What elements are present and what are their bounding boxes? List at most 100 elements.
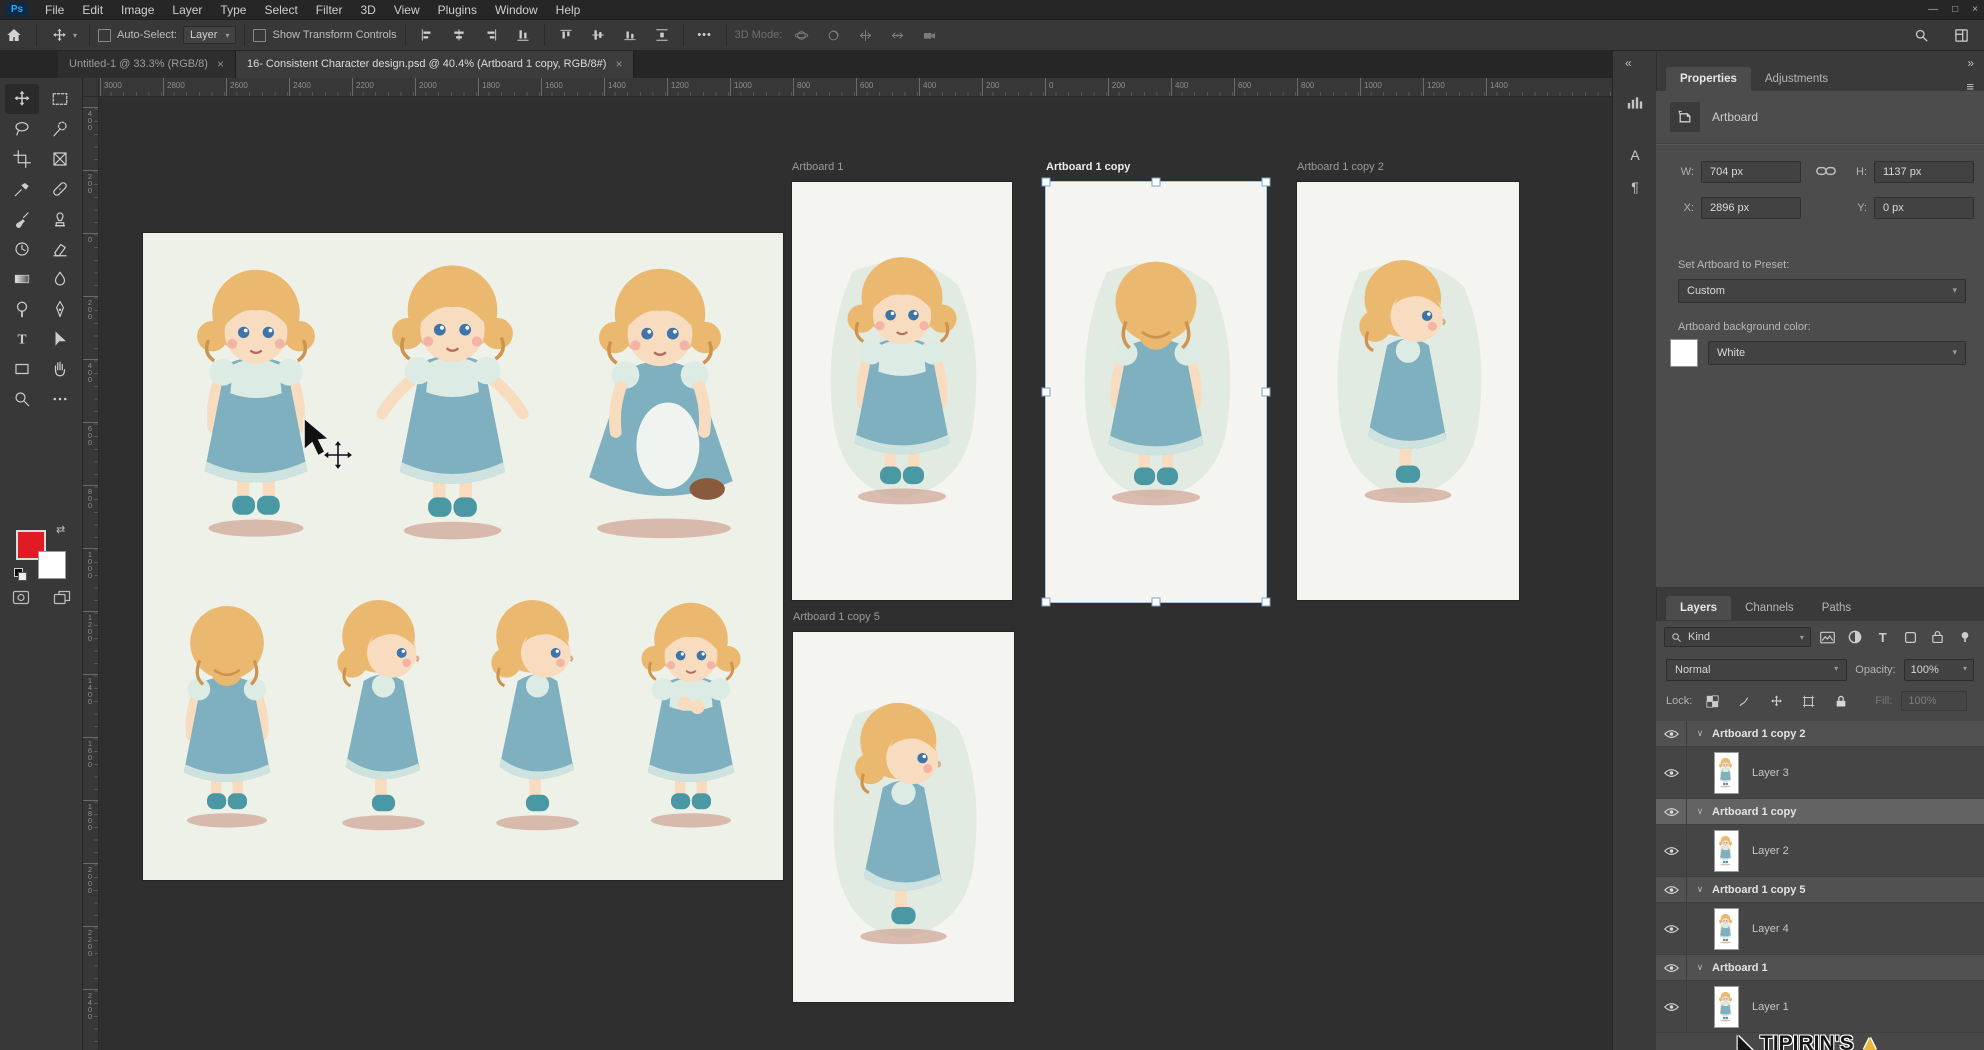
3d-roll-icon[interactable] bbox=[820, 24, 846, 46]
artboard-bg-swatch[interactable] bbox=[1670, 339, 1698, 367]
eraser-tool-icon[interactable] bbox=[43, 234, 77, 264]
pen-tool-icon[interactable] bbox=[43, 294, 77, 324]
link-dimensions-icon[interactable] bbox=[1816, 165, 1836, 180]
default-colors-icon[interactable] bbox=[14, 568, 26, 580]
filter-pin-icon[interactable] bbox=[1954, 627, 1976, 647]
move-tool-option-icon[interactable] bbox=[45, 23, 73, 47]
layer-filter-dropdown[interactable]: Kind ▾ bbox=[1664, 627, 1811, 647]
align-center-h-icon[interactable] bbox=[446, 24, 472, 46]
3d-pan-icon[interactable] bbox=[852, 24, 878, 46]
close-icon[interactable]: × bbox=[1972, 4, 1978, 15]
auto-select-checkbox[interactable] bbox=[98, 29, 111, 42]
path-selection-tool-icon[interactable] bbox=[43, 324, 77, 354]
layer-group-row[interactable]: ∨Artboard 1 copy bbox=[1656, 799, 1984, 825]
artboard-1-copy-2[interactable] bbox=[1297, 182, 1519, 600]
visibility-eye-icon[interactable] bbox=[1656, 955, 1687, 980]
brush-tool-icon[interactable] bbox=[5, 204, 39, 234]
align-left-icon[interactable] bbox=[414, 24, 440, 46]
canvas-area[interactable]: 3000280026002400220020001800160014001200… bbox=[82, 78, 1612, 1050]
tab-paths[interactable]: Paths bbox=[1808, 596, 1865, 620]
home-icon[interactable] bbox=[0, 23, 28, 47]
visibility-eye-icon[interactable] bbox=[1656, 721, 1687, 746]
layer-row[interactable]: Layer 3 bbox=[1656, 747, 1984, 799]
move-tool-icon[interactable] bbox=[5, 84, 39, 114]
artboard-1-copy[interactable] bbox=[1046, 182, 1266, 602]
tab-close-icon[interactable]: × bbox=[217, 57, 224, 71]
artboard-label[interactable]: Artboard 1 copy 2 bbox=[1297, 161, 1384, 173]
selection-handle[interactable] bbox=[1042, 598, 1051, 607]
histogram-panel-icon[interactable] bbox=[1621, 90, 1649, 116]
background-color-swatch[interactable] bbox=[38, 551, 66, 579]
menu-view[interactable]: View bbox=[385, 3, 429, 17]
3d-orbit-icon[interactable] bbox=[788, 24, 814, 46]
visibility-eye-icon[interactable] bbox=[1656, 825, 1687, 876]
show-transform-checkbox[interactable] bbox=[253, 29, 266, 42]
artboard-label-selected[interactable]: Artboard 1 copy bbox=[1046, 161, 1130, 173]
3d-camera-icon[interactable] bbox=[916, 24, 942, 46]
width-field[interactable]: 704 px bbox=[1701, 161, 1801, 183]
marquee-tool-icon[interactable] bbox=[43, 84, 77, 114]
maximize-icon[interactable]: □ bbox=[1952, 4, 1958, 15]
photoshop-logo[interactable]: Ps bbox=[6, 2, 28, 17]
healing-brush-tool-icon[interactable] bbox=[43, 174, 77, 204]
dodge-tool-icon[interactable] bbox=[5, 294, 39, 324]
artboard-bg-dropdown[interactable]: White ▾ bbox=[1708, 341, 1966, 365]
group-chevron-icon[interactable]: ∨ bbox=[1691, 806, 1709, 817]
align-right-icon[interactable] bbox=[478, 24, 504, 46]
filter-adjustment-icon[interactable] bbox=[1844, 627, 1866, 647]
menu-file[interactable]: File bbox=[36, 3, 73, 17]
menu-plugins[interactable]: Plugins bbox=[429, 3, 486, 17]
lasso-tool-icon[interactable] bbox=[5, 114, 39, 144]
layer-thumbnail[interactable] bbox=[1714, 908, 1739, 950]
blur-tool-icon[interactable] bbox=[43, 264, 77, 294]
zoom-tool-icon[interactable] bbox=[5, 384, 39, 414]
selection-handle[interactable] bbox=[1262, 598, 1271, 607]
visibility-eye-icon[interactable] bbox=[1656, 747, 1687, 798]
tab-channels[interactable]: Channels bbox=[1731, 596, 1808, 620]
menu-image[interactable]: Image bbox=[112, 3, 163, 17]
collapse-panels-icon[interactable]: » bbox=[1967, 56, 1974, 70]
3d-slide-icon[interactable] bbox=[884, 24, 910, 46]
layer-row[interactable]: Layer 4 bbox=[1656, 903, 1984, 955]
layer-row[interactable]: Layer 2 bbox=[1656, 825, 1984, 877]
type-tool-icon[interactable]: T bbox=[5, 324, 39, 354]
tab-properties[interactable]: Properties bbox=[1666, 67, 1751, 91]
selection-handle[interactable] bbox=[1152, 178, 1161, 187]
crop-tool-icon[interactable] bbox=[5, 144, 39, 174]
menu-type[interactable]: Type bbox=[211, 3, 255, 17]
filter-smart-object-icon[interactable] bbox=[1927, 627, 1949, 647]
lock-paint-icon[interactable] bbox=[1733, 691, 1756, 711]
workspace-switcher-icon[interactable] bbox=[1948, 24, 1974, 46]
y-field[interactable]: 0 px bbox=[1874, 197, 1974, 219]
layer-thumbnail[interactable] bbox=[1714, 752, 1739, 794]
document-tab[interactable]: Untitled-1 @ 33.3% (RGB/8)× bbox=[58, 50, 236, 78]
swap-colors-icon[interactable]: ⇄ bbox=[56, 523, 65, 536]
menu-layer[interactable]: Layer bbox=[163, 3, 211, 17]
search-icon[interactable] bbox=[1908, 24, 1934, 46]
group-chevron-icon[interactable]: ∨ bbox=[1691, 884, 1709, 895]
document-tab[interactable]: 16- Consistent Character design.psd @ 40… bbox=[236, 50, 635, 78]
filter-type-icon[interactable]: T bbox=[1872, 627, 1894, 647]
object-selection-tool-icon[interactable] bbox=[43, 114, 77, 144]
auto-select-dropdown[interactable]: Layer ▾ bbox=[183, 26, 237, 44]
layer-thumbnail[interactable] bbox=[1714, 830, 1739, 872]
align-top-icon[interactable] bbox=[553, 24, 579, 46]
screen-mode-icon[interactable] bbox=[53, 590, 71, 610]
paragraph-panel-icon[interactable]: ¶ bbox=[1621, 174, 1649, 200]
group-chevron-icon[interactable]: ∨ bbox=[1691, 728, 1709, 739]
layer-row[interactable]: Layer 1 bbox=[1656, 981, 1984, 1033]
eyedropper-tool-icon[interactable] bbox=[5, 174, 39, 204]
more-align-options-button[interactable]: ••• bbox=[692, 24, 718, 46]
menu-filter[interactable]: Filter bbox=[307, 3, 352, 17]
expand-panels-icon[interactable]: « bbox=[1625, 56, 1632, 70]
menu-edit[interactable]: Edit bbox=[73, 3, 112, 17]
visibility-eye-icon[interactable] bbox=[1656, 903, 1687, 954]
artboard-label[interactable]: Artboard 1 copy 5 bbox=[793, 611, 880, 623]
selection-handle[interactable] bbox=[1042, 388, 1051, 397]
layer-group-row[interactable]: ∨Artboard 1 bbox=[1656, 955, 1984, 981]
visibility-eye-icon[interactable] bbox=[1656, 877, 1687, 902]
clone-stamp-tool-icon[interactable] bbox=[43, 204, 77, 234]
gradient-tool-icon[interactable] bbox=[5, 264, 39, 294]
quick-mask-icon[interactable] bbox=[12, 590, 30, 610]
lock-position-icon[interactable] bbox=[1765, 691, 1788, 711]
